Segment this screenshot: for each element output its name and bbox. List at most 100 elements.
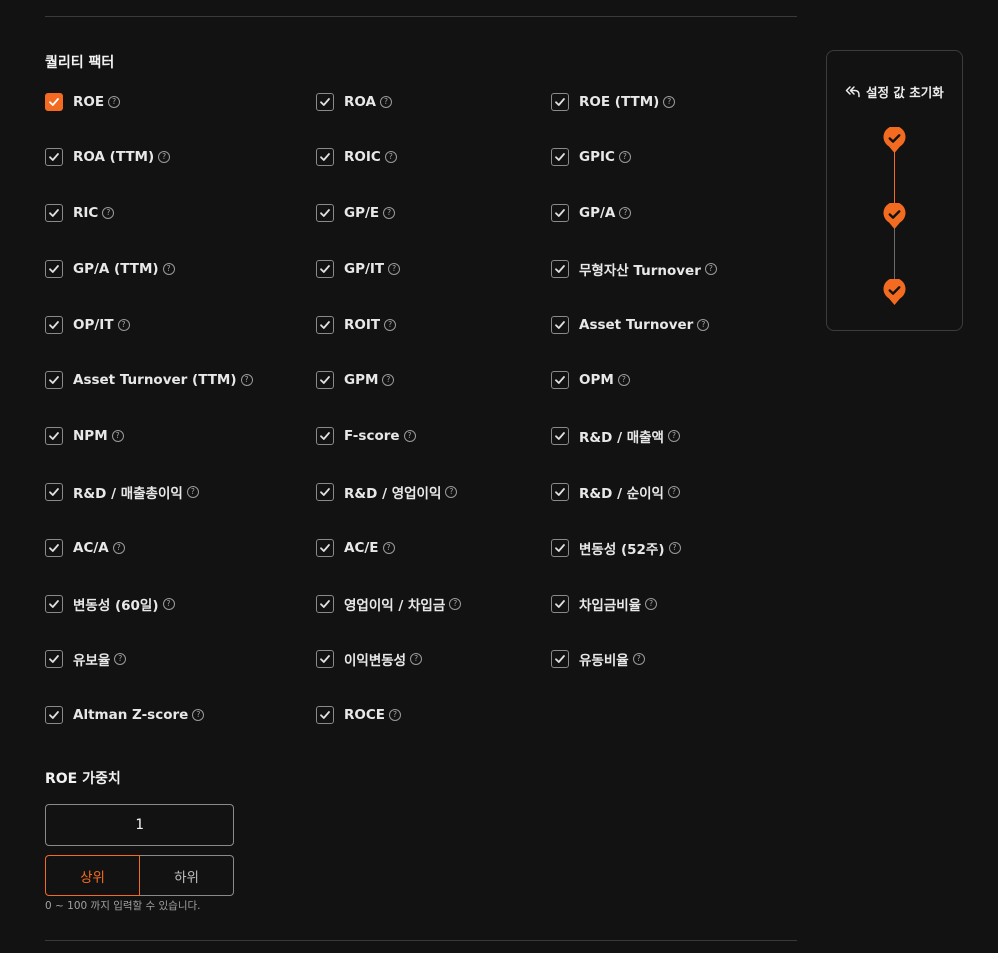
factor-checkbox[interactable] bbox=[316, 148, 334, 166]
factor-checkbox[interactable] bbox=[551, 371, 569, 389]
help-icon[interactable]: ? bbox=[384, 151, 397, 163]
factor-checkbox[interactable] bbox=[551, 204, 569, 222]
factor-checkbox[interactable] bbox=[551, 93, 569, 111]
factor-checkbox[interactable] bbox=[45, 204, 63, 222]
factor-item[interactable]: RIC? bbox=[45, 202, 115, 224]
factor-checkbox[interactable] bbox=[551, 539, 569, 557]
factor-item[interactable]: ROIT? bbox=[316, 314, 397, 336]
factor-item[interactable]: 변동성 (60일)? bbox=[45, 593, 175, 615]
factor-item[interactable]: GP/A (TTM)? bbox=[45, 258, 175, 280]
help-icon[interactable]: ? bbox=[379, 96, 392, 108]
factor-checkbox[interactable] bbox=[316, 706, 334, 724]
factor-item[interactable]: AC/E? bbox=[316, 537, 395, 559]
factor-checkbox[interactable] bbox=[45, 427, 63, 445]
factor-item[interactable]: GPM? bbox=[316, 369, 395, 391]
factor-checkbox[interactable] bbox=[316, 539, 334, 557]
factor-item[interactable]: F-score? bbox=[316, 425, 416, 447]
factor-item[interactable]: ROE (TTM)? bbox=[551, 91, 676, 113]
factor-checkbox[interactable] bbox=[316, 260, 334, 278]
factor-item[interactable]: 무형자산 Turnover? bbox=[551, 258, 717, 280]
factor-checkbox[interactable] bbox=[316, 427, 334, 445]
factor-item[interactable]: OP/IT? bbox=[45, 314, 130, 336]
help-icon[interactable]: ? bbox=[382, 542, 395, 554]
factor-item[interactable]: R&D / 영업이익? bbox=[316, 481, 458, 503]
factor-checkbox[interactable] bbox=[45, 260, 63, 278]
factor-item[interactable]: ROCE? bbox=[316, 704, 402, 726]
factor-item[interactable]: R&D / 매출액? bbox=[551, 425, 680, 447]
help-icon[interactable]: ? bbox=[704, 263, 717, 275]
help-icon[interactable]: ? bbox=[403, 430, 416, 442]
help-icon[interactable]: ? bbox=[382, 374, 395, 386]
factor-item[interactable]: 유동비율? bbox=[551, 648, 645, 670]
factor-checkbox[interactable] bbox=[316, 371, 334, 389]
factor-item[interactable]: ROIC? bbox=[316, 146, 397, 168]
factor-checkbox[interactable] bbox=[316, 316, 334, 334]
factor-checkbox[interactable] bbox=[316, 204, 334, 222]
factor-item[interactable]: 변동성 (52주)? bbox=[551, 537, 681, 559]
help-icon[interactable]: ? bbox=[117, 319, 130, 331]
factor-checkbox[interactable] bbox=[551, 148, 569, 166]
factor-item[interactable]: OPM? bbox=[551, 369, 630, 391]
help-icon[interactable]: ? bbox=[162, 598, 175, 610]
help-icon[interactable]: ? bbox=[162, 263, 175, 275]
factor-item[interactable]: 유보율? bbox=[45, 648, 127, 670]
factor-checkbox[interactable] bbox=[316, 483, 334, 501]
factor-item[interactable]: Asset Turnover? bbox=[551, 314, 710, 336]
factor-checkbox[interactable] bbox=[316, 595, 334, 613]
factor-checkbox[interactable] bbox=[45, 93, 63, 111]
factor-checkbox[interactable] bbox=[551, 260, 569, 278]
factor-checkbox[interactable] bbox=[551, 427, 569, 445]
factor-checkbox[interactable] bbox=[45, 148, 63, 166]
help-icon[interactable]: ? bbox=[697, 319, 710, 331]
help-icon[interactable]: ? bbox=[102, 207, 115, 219]
help-icon[interactable]: ? bbox=[667, 486, 680, 498]
help-icon[interactable]: ? bbox=[383, 207, 396, 219]
factor-checkbox[interactable] bbox=[45, 706, 63, 724]
help-icon[interactable]: ? bbox=[108, 96, 121, 108]
factor-item[interactable]: GP/A? bbox=[551, 202, 632, 224]
factor-item[interactable]: GP/E? bbox=[316, 202, 396, 224]
help-icon[interactable]: ? bbox=[668, 542, 681, 554]
help-icon[interactable]: ? bbox=[618, 151, 631, 163]
help-icon[interactable]: ? bbox=[240, 374, 253, 386]
help-icon[interactable]: ? bbox=[410, 653, 423, 665]
factor-checkbox[interactable] bbox=[551, 483, 569, 501]
help-icon[interactable]: ? bbox=[186, 486, 199, 498]
factor-checkbox[interactable] bbox=[45, 650, 63, 668]
help-icon[interactable]: ? bbox=[158, 151, 171, 163]
factor-checkbox[interactable] bbox=[551, 650, 569, 668]
factor-item[interactable]: 이익변동성? bbox=[316, 648, 423, 670]
factor-item[interactable]: ROA? bbox=[316, 91, 392, 113]
factor-item[interactable]: ROE? bbox=[45, 91, 121, 113]
factor-checkbox[interactable] bbox=[316, 650, 334, 668]
help-icon[interactable]: ? bbox=[388, 263, 401, 275]
help-icon[interactable]: ? bbox=[384, 319, 397, 331]
factor-item[interactable]: GP/IT? bbox=[316, 258, 401, 280]
factor-checkbox[interactable] bbox=[551, 316, 569, 334]
help-icon[interactable]: ? bbox=[112, 542, 125, 554]
factor-checkbox[interactable] bbox=[45, 595, 63, 613]
help-icon[interactable]: ? bbox=[114, 653, 127, 665]
factor-item[interactable]: R&D / 순이익? bbox=[551, 481, 680, 503]
factor-checkbox[interactable] bbox=[551, 595, 569, 613]
help-icon[interactable]: ? bbox=[445, 486, 458, 498]
help-icon[interactable]: ? bbox=[449, 598, 462, 610]
weight-input[interactable] bbox=[45, 804, 234, 846]
help-icon[interactable]: ? bbox=[645, 598, 658, 610]
factor-item[interactable]: 차입금비율? bbox=[551, 593, 658, 615]
help-icon[interactable]: ? bbox=[663, 96, 676, 108]
help-icon[interactable]: ? bbox=[389, 709, 402, 721]
reset-settings-button[interactable]: 설정 값 초기화 bbox=[845, 82, 944, 101]
rank-bottom-option[interactable]: 하위 bbox=[140, 855, 234, 896]
factor-item[interactable]: ROA (TTM)? bbox=[45, 146, 171, 168]
help-icon[interactable]: ? bbox=[617, 374, 630, 386]
factor-item[interactable]: Asset Turnover (TTM)? bbox=[45, 369, 253, 391]
factor-checkbox[interactable] bbox=[45, 539, 63, 557]
factor-checkbox[interactable] bbox=[45, 371, 63, 389]
factor-checkbox[interactable] bbox=[45, 316, 63, 334]
help-icon[interactable]: ? bbox=[619, 207, 632, 219]
factor-item[interactable]: NPM? bbox=[45, 425, 124, 447]
factor-checkbox[interactable] bbox=[45, 483, 63, 501]
factor-item[interactable]: GPIC? bbox=[551, 146, 631, 168]
help-icon[interactable]: ? bbox=[667, 430, 680, 442]
